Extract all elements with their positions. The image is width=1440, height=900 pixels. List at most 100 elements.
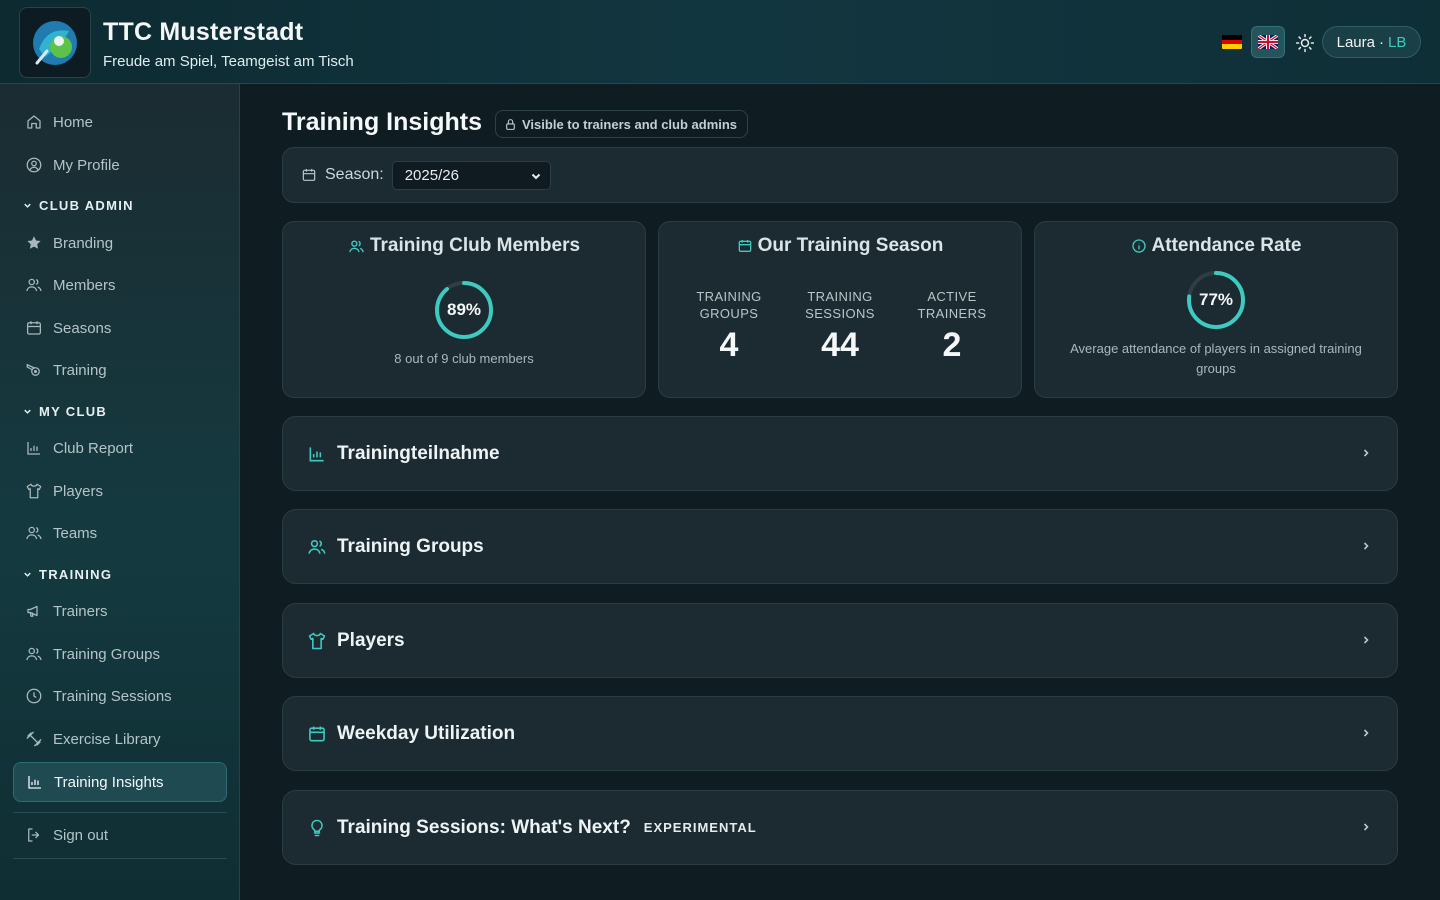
section-label: MY CLUB bbox=[39, 403, 108, 419]
sidebar-item-exercise-library[interactable]: Exercise Library bbox=[13, 719, 227, 759]
section-training-groups[interactable]: Training Groups bbox=[282, 509, 1398, 584]
users-icon bbox=[308, 539, 326, 554]
section-players[interactable]: Players bbox=[282, 603, 1398, 678]
bar-chart-icon bbox=[27, 442, 40, 455]
calendar-icon bbox=[309, 726, 325, 741]
bar-chart-icon bbox=[28, 776, 41, 789]
stat-value: 2 bbox=[942, 326, 962, 364]
german-flag-icon[interactable] bbox=[1222, 35, 1242, 49]
sidebar-item-members[interactable]: Members bbox=[13, 265, 227, 305]
season-card: Our Training Season Training Groups 4 Tr… bbox=[658, 221, 1022, 398]
chevron-right-icon bbox=[1363, 542, 1369, 550]
attendance-card-title: Attendance Rate bbox=[1035, 235, 1397, 257]
stat-value: 4 bbox=[719, 326, 739, 364]
chevron-down-icon bbox=[24, 409, 31, 414]
section-my-club[interactable]: MY CLUB bbox=[22, 402, 107, 420]
info-icon bbox=[1131, 239, 1146, 253]
club-name: TTC Musterstadt bbox=[103, 18, 304, 46]
user-circle-icon bbox=[26, 157, 42, 173]
club-tagline: Freude am Spiel, Teamgeist am Tisch bbox=[103, 53, 354, 70]
sidebar-item-trainers[interactable]: Trainers bbox=[13, 591, 227, 631]
users-icon bbox=[349, 239, 364, 252]
sidebar-item-label: Exercise Library bbox=[53, 730, 161, 748]
stat-training-sessions: Training Sessions 44 bbox=[790, 288, 890, 365]
section-club-admin[interactable]: CLUB ADMIN bbox=[22, 196, 134, 214]
chevron-down-icon bbox=[531, 173, 540, 179]
sidebar-item-label: Training Insights bbox=[54, 773, 164, 791]
sidebar-item-label: Teams bbox=[53, 524, 98, 542]
sidebar-item-training[interactable]: Training bbox=[13, 350, 227, 390]
stat-label: Active Trainers bbox=[917, 289, 987, 321]
sidebar: Home My Profile CLUB ADMIN Branding Memb… bbox=[0, 84, 240, 900]
users-icon bbox=[26, 526, 42, 540]
section-training[interactable]: TRAINING bbox=[22, 565, 112, 583]
sidebar-item-label: Players bbox=[53, 482, 104, 500]
sidebar-item-label: Club Report bbox=[53, 439, 134, 457]
season-select[interactable]: 2025/26 bbox=[391, 160, 551, 190]
sidebar-item-home[interactable]: Home bbox=[13, 102, 227, 142]
shirt-icon bbox=[308, 632, 326, 649]
club-logo-icon bbox=[33, 20, 77, 65]
sidebar-item-my-profile[interactable]: My Profile bbox=[13, 145, 227, 185]
experimental-tag: EXPERIMENTAL bbox=[643, 820, 757, 835]
sidebar-item-players[interactable]: Players bbox=[13, 471, 227, 511]
season-filter-bar: Season: 2025/26 bbox=[282, 147, 1398, 203]
sidebar-item-label: Branding bbox=[53, 234, 114, 252]
theme-toggle-sun-icon[interactable] bbox=[1293, 31, 1317, 55]
sidebar-item-club-report[interactable]: Club Report bbox=[13, 428, 227, 468]
section-trainingteilnahme[interactable]: Trainingteilnahme bbox=[282, 416, 1398, 491]
sign-out-icon bbox=[28, 828, 40, 842]
sidebar-item-branding[interactable]: Branding bbox=[13, 223, 227, 263]
section-label: TRAINING bbox=[39, 566, 113, 582]
sidebar-divider bbox=[13, 858, 227, 859]
card-title-label: Our Training Season bbox=[757, 235, 944, 256]
members-card: Training Club Members 89% 8 out of 9 clu… bbox=[282, 221, 646, 398]
sidebar-item-label: Training Sessions bbox=[53, 687, 172, 705]
shirt-icon bbox=[26, 483, 42, 499]
stat-label: Training Sessions bbox=[805, 289, 875, 321]
english-language-button[interactable] bbox=[1251, 26, 1285, 58]
user-initials: LB bbox=[1388, 33, 1407, 51]
sidebar-item-seasons[interactable]: Seasons bbox=[13, 308, 227, 348]
section-whats-next[interactable]: Training Sessions: What's Next? EXPERIME… bbox=[282, 790, 1398, 865]
users-icon bbox=[26, 278, 42, 292]
card-title-label: Attendance Rate bbox=[1151, 235, 1302, 256]
section-weekday-utilization[interactable]: Weekday Utilization bbox=[282, 696, 1398, 771]
sidebar-item-training-sessions[interactable]: Training Sessions bbox=[13, 676, 227, 716]
calendar-icon bbox=[302, 169, 316, 181]
attendance-card: Attendance Rate 77% Average attendance o… bbox=[1034, 221, 1398, 398]
sidebar-item-teams[interactable]: Teams bbox=[13, 513, 227, 553]
sidebar-item-training-groups[interactable]: Training Groups bbox=[13, 634, 227, 674]
sidebar-item-label: Trainers bbox=[53, 602, 108, 620]
clock-icon bbox=[26, 688, 42, 704]
season-label: Season: bbox=[325, 166, 384, 183]
dumbbell-icon bbox=[26, 731, 42, 747]
chevron-right-icon bbox=[1363, 449, 1369, 457]
section-title: Players bbox=[337, 629, 405, 651]
attendance-subtitle: Average attendance of players in assigne… bbox=[1070, 341, 1362, 376]
stat-active-trainers: Active Trainers 2 bbox=[902, 288, 1002, 365]
card-title-label: Training Club Members bbox=[369, 235, 581, 256]
calendar-icon bbox=[738, 240, 751, 252]
sidebar-item-label: Sign out bbox=[53, 826, 109, 844]
sidebar-item-training-insights[interactable]: Training Insights bbox=[13, 762, 227, 802]
stat-label: Training Groups bbox=[696, 289, 762, 321]
chevron-down-icon bbox=[24, 203, 31, 208]
sidebar-item-sign-out[interactable]: Sign out bbox=[13, 815, 227, 855]
season-card-title: Our Training Season bbox=[659, 235, 1021, 257]
stat-value: 44 bbox=[821, 326, 859, 364]
calendar-icon bbox=[26, 321, 42, 335]
page-title: Training Insights bbox=[282, 108, 483, 136]
users-icon bbox=[26, 647, 42, 661]
stat-training-groups: Training Groups 4 bbox=[679, 288, 779, 365]
user-name: Laura bbox=[1336, 33, 1375, 51]
members-percent: 89% bbox=[446, 300, 482, 319]
user-menu-button[interactable]: Laura · LB bbox=[1322, 26, 1421, 58]
home-icon bbox=[27, 115, 41, 129]
sidebar-item-label: My Profile bbox=[53, 156, 120, 174]
section-title: Weekday Utilization bbox=[337, 722, 516, 744]
club-logo[interactable] bbox=[19, 7, 91, 78]
user-separator: · bbox=[1379, 33, 1384, 51]
visibility-badge-label: Visible to trainers and club admins bbox=[522, 116, 738, 132]
lightbulb-icon bbox=[311, 819, 323, 836]
